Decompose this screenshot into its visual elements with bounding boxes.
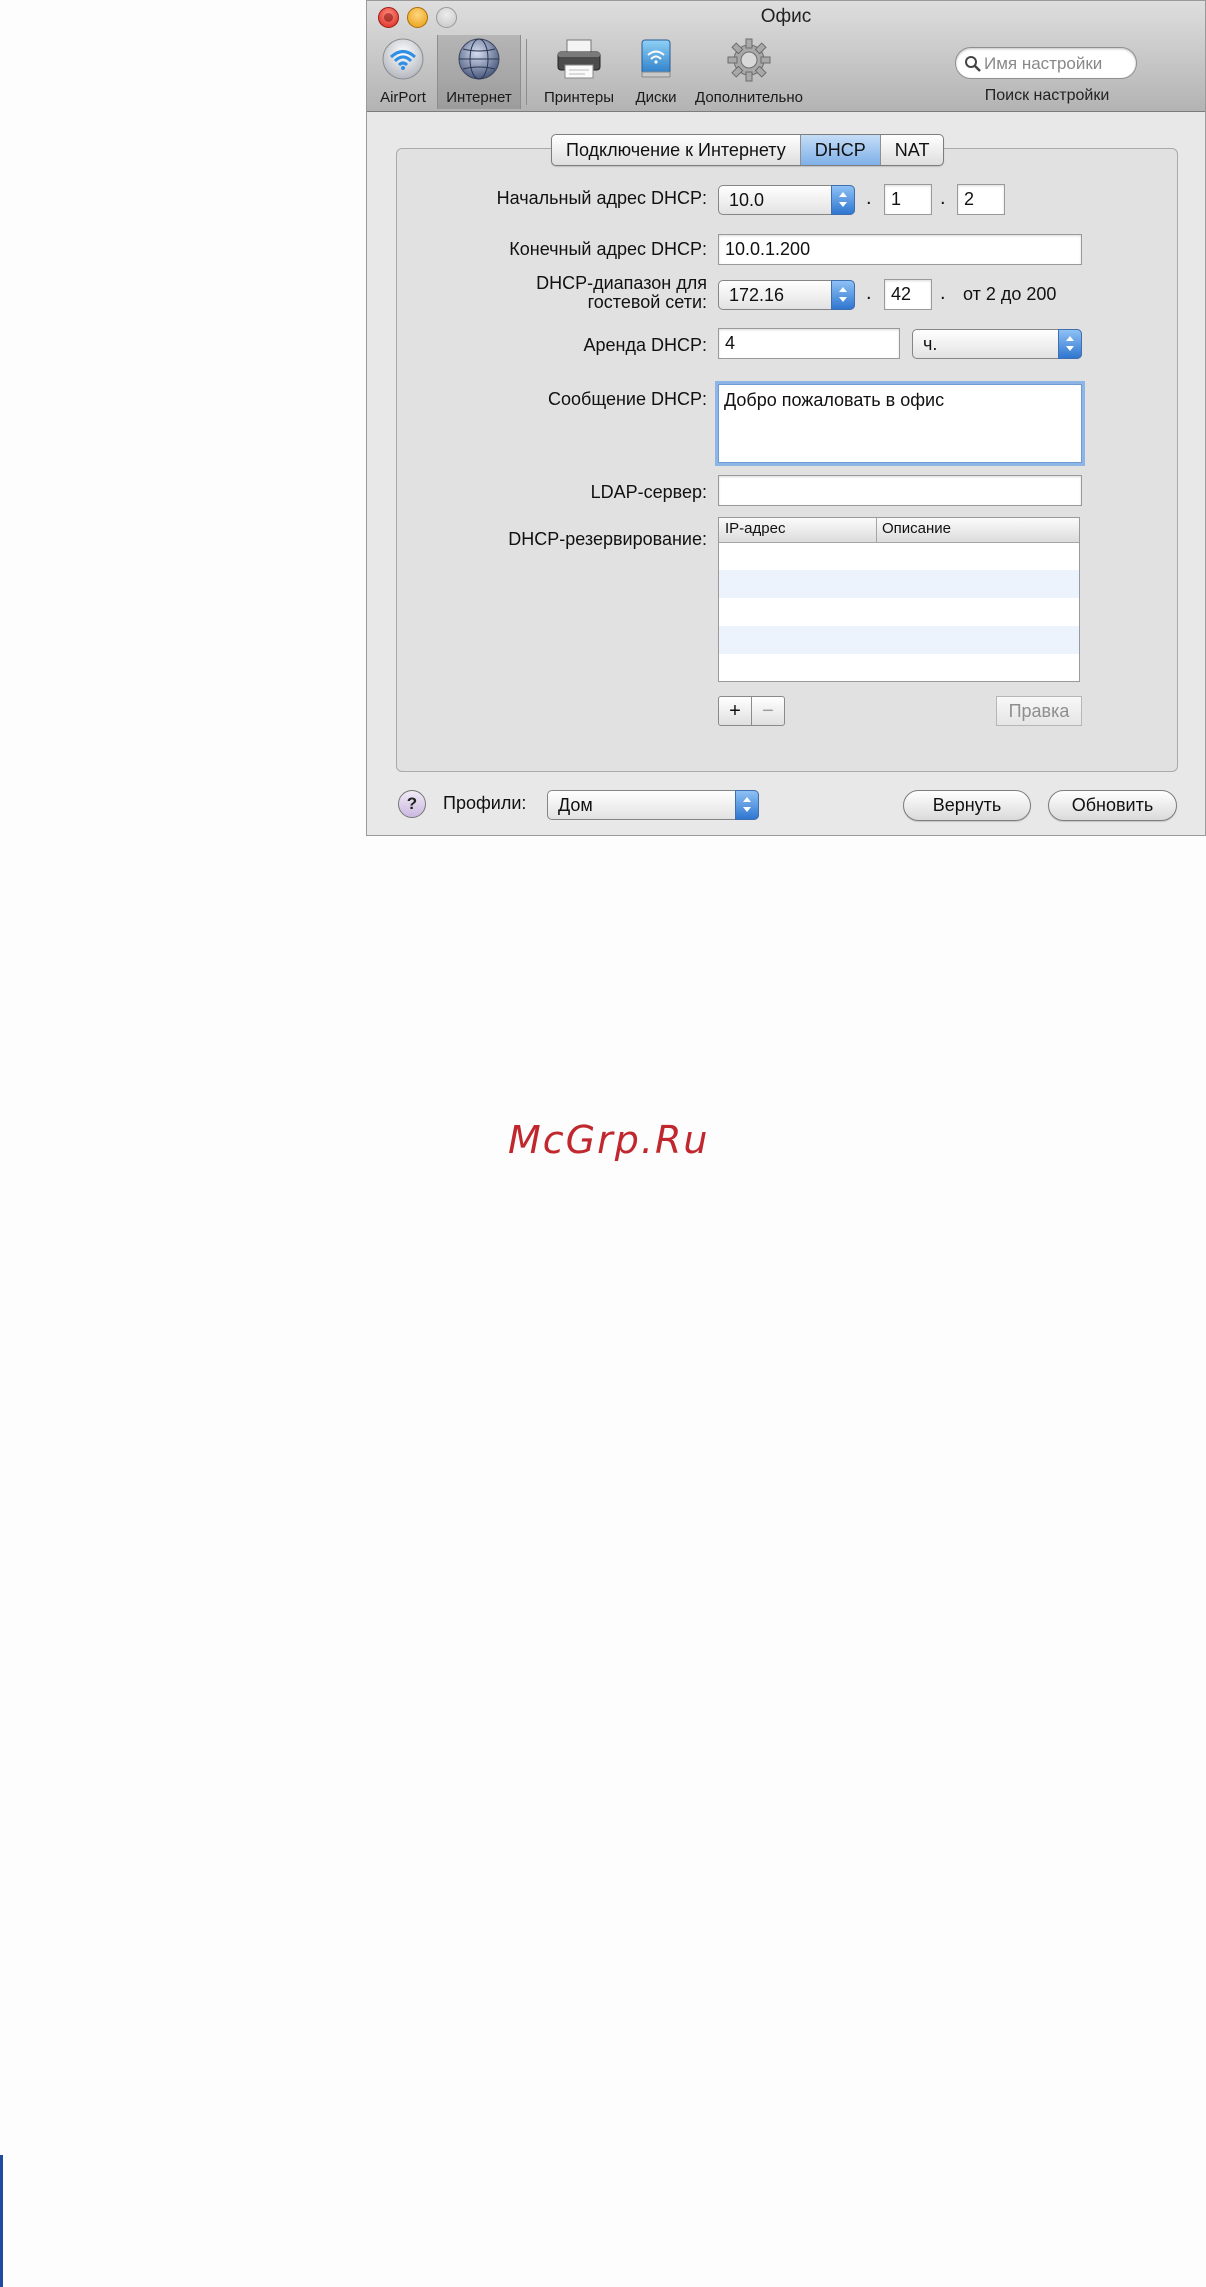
toolbar-label-airport: AirPort [380,89,426,106]
toolbar-item-airport[interactable]: AirPort [371,35,435,109]
popup-arrows-icon [831,280,855,310]
update-button[interactable]: Обновить [1048,790,1177,821]
dhcp-start-prefix-value: 10.0 [729,190,765,210]
dhcp-message-textarea[interactable]: Добро пожаловать в офис [718,384,1082,463]
profiles-label: Профили: [443,793,527,813]
toolbar-label-advanced: Дополнительно [695,89,803,106]
toolbar-item-printers[interactable]: Принтеры [533,35,625,109]
dhcp-lease-unit-popup[interactable]: ч. [912,329,1082,359]
table-row[interactable] [719,570,1079,598]
dhcp-guest-range-text: от 2 до 200 [963,284,1057,304]
toolbar-item-internet[interactable]: Интернет [437,35,521,109]
toolbar-separator [526,39,527,105]
ip-dot: . [940,282,946,304]
dhcp-lease-unit-value: ч. [923,334,938,354]
search-icon [964,55,982,78]
settings-search-field[interactable]: Имя настройки [955,47,1137,79]
toolbar-item-advanced[interactable]: Дополнительно [687,35,811,109]
help-button[interactable]: ? [398,790,426,818]
column-header-description[interactable]: Описание [882,520,951,537]
dhcp-guest-prefix-value: 172.16 [729,285,785,305]
tab-internet-connection[interactable]: Подключение к Интернету [552,135,801,165]
dhcp-reservation-table[interactable]: IP-адрес Описание [718,517,1080,682]
window-title: Офис [760,6,812,27]
toolbar: Офис AirPort Интернет Принтеры Диски Доп… [367,1,1205,112]
dhcp-start-label: Начальный адрес DHCP: [496,188,707,208]
toolbar-label-disks: Диски [635,89,677,106]
gear-icon [726,37,772,88]
column-header-ip[interactable]: IP-адрес [725,520,785,537]
airport-utility-window: Офис AirPort Интернет Принтеры Диски Доп… [366,0,1206,836]
dhcp-end-label: Конечный адрес DHCP: [509,239,707,259]
popup-arrows-icon [735,790,759,820]
dhcp-start-octet4-field[interactable]: 2 [957,184,1005,215]
page-edge-rule [0,2155,3,2287]
ip-dot: . [866,282,872,304]
airport-wifi-icon [381,37,425,86]
disk-icon [634,37,678,86]
popup-arrows-icon [831,185,855,215]
table-header: IP-адрес Описание [719,518,1079,543]
tab-nat[interactable]: NAT [881,135,944,165]
tab-dhcp[interactable]: DHCP [800,135,881,165]
toolbar-item-disks[interactable]: Диски [627,35,685,109]
dhcp-reservation-label: DHCP-резервирование: [508,529,707,549]
popup-arrows-icon [1058,329,1082,359]
table-row[interactable] [719,598,1079,626]
add-reservation-button[interactable]: + [719,697,752,725]
dhcp-guest-prefix-popup[interactable]: 172.16 [718,280,855,310]
printer-icon [555,37,603,86]
toolbar-label-printers: Принтеры [544,89,614,106]
ip-dot: . [940,187,946,209]
watermark: McGrp.Ru [508,1118,710,1162]
revert-button[interactable]: Вернуть [903,790,1031,821]
dhcp-guest-octet3-field[interactable]: 42 [884,279,932,310]
search-placeholder: Имя настройки [984,54,1103,73]
dhcp-end-field[interactable]: 10.0.1.200 [718,234,1082,265]
tab-bar: Подключение к Интернету DHCP NAT [551,134,945,166]
profiles-popup-value: Дом [558,795,593,815]
table-row[interactable] [719,626,1079,654]
dhcp-lease-field[interactable]: 4 [718,328,900,359]
column-divider [876,518,877,542]
ip-dot: . [866,187,872,209]
table-row[interactable] [719,654,1079,681]
dhcp-message-label: Сообщение DHCP: [548,389,707,409]
dhcp-guest-range-label-line2: гостевой сети: [587,292,707,312]
ldap-server-field[interactable] [718,475,1082,506]
dhcp-start-octet3-field[interactable]: 1 [884,184,932,215]
dhcp-guest-range-label-line1: DHCP-диапазон для [536,273,707,293]
profiles-popup[interactable]: Дом [547,790,759,820]
dhcp-guest-range-label: DHCP-диапазон для гостевой сети: [536,274,707,312]
edit-reservation-button[interactable]: Правка [996,696,1082,726]
toolbar-label-internet: Интернет [446,89,512,106]
table-row[interactable] [719,542,1079,570]
ldap-server-label: LDAP-сервер: [590,482,707,502]
globe-icon [457,37,501,86]
remove-reservation-button[interactable]: − [752,697,784,725]
dhcp-start-prefix-popup[interactable]: 10.0 [718,185,855,215]
add-remove-control: + − [718,696,785,726]
search-caption: Поиск настройки [984,87,1110,104]
dhcp-lease-label: Аренда DHCP: [583,335,708,355]
